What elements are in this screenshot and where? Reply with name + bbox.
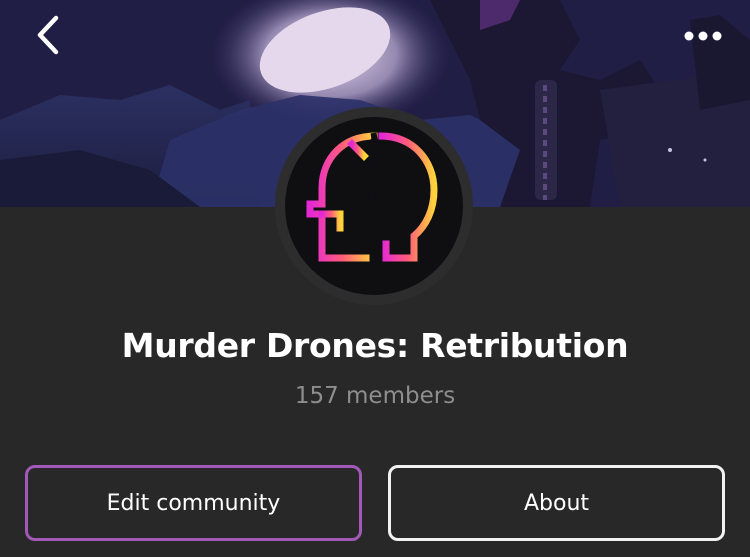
edit-community-label: Edit community (106, 490, 281, 516)
community-name: Murder Drones: Retribution (121, 326, 629, 365)
about-button[interactable]: About (388, 465, 725, 541)
about-label: About (523, 490, 590, 516)
edit-community-button[interactable]: Edit community (25, 465, 362, 541)
drone-logo-icon (306, 132, 438, 262)
back-button[interactable] (22, 10, 72, 60)
community-screen: Murder Drones: Retribution 157 members E… (0, 0, 750, 557)
more-options-button[interactable] (672, 14, 734, 58)
more-horizontal-icon (684, 31, 722, 41)
avatar-image (285, 117, 463, 295)
community-avatar[interactable] (275, 107, 473, 305)
chevron-left-icon (37, 15, 59, 55)
member-count: 157 members (294, 383, 456, 409)
